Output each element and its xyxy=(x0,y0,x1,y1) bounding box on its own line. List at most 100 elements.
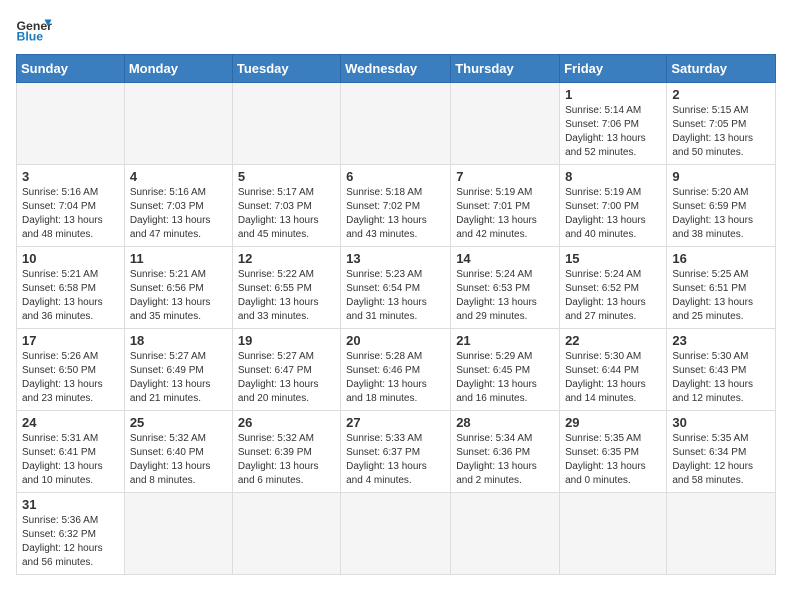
day-number: 19 xyxy=(238,333,335,348)
day-number: 30 xyxy=(672,415,770,430)
day-number: 21 xyxy=(456,333,554,348)
logo: General Blue xyxy=(16,16,56,44)
day-info: Sunrise: 5:16 AM Sunset: 7:03 PM Dayligh… xyxy=(130,186,227,242)
calendar-week-1: 1 Sunrise: 5:14 AM Sunset: 7:06 PM Daylig… xyxy=(17,83,776,165)
calendar-cell: 11 Sunrise: 5:21 AM Sunset: 6:56 PM Dayli… xyxy=(124,247,232,329)
calendar-cell: 17Sunrise: 5:26 AM Sunset: 6:50 PM Dayli… xyxy=(17,329,125,411)
calendar-cell: 4Sunrise: 5:16 AM Sunset: 7:03 PM Daylig… xyxy=(124,165,232,247)
day-info: Sunrise: 5:14 AM Sunset: 7:06 PM Dayligh… xyxy=(565,104,661,160)
day-info: Sunrise: 5:33 AM Sunset: 6:37 PM Dayligh… xyxy=(346,432,445,488)
calendar-cell: 29Sunrise: 5:35 AM Sunset: 6:35 PM Dayli… xyxy=(560,411,667,493)
day-info: Sunrise: 5:19 AM Sunset: 7:00 PM Dayligh… xyxy=(565,186,661,242)
weekday-header-thursday: Thursday xyxy=(451,55,560,83)
calendar-cell: 9 Sunrise: 5:20 AM Sunset: 6:59 PM Daylig… xyxy=(667,165,776,247)
day-info: Sunrise: 5:34 AM Sunset: 6:36 PM Dayligh… xyxy=(456,432,554,488)
weekday-header-row: SundayMondayTuesdayWednesdayThursdayFrid… xyxy=(17,55,776,83)
day-info: Sunrise: 5:25 AM Sunset: 6:51 PM Dayligh… xyxy=(672,268,770,324)
day-number: 13 xyxy=(346,251,445,266)
calendar-cell xyxy=(17,83,125,165)
day-number: 11 xyxy=(130,251,227,266)
calendar-cell: 1 Sunrise: 5:14 AM Sunset: 7:06 PM Daylig… xyxy=(560,83,667,165)
day-info: Sunrise: 5:36 AM Sunset: 6:32 PM Dayligh… xyxy=(22,514,119,570)
calendar-cell: 7 Sunrise: 5:19 AM Sunset: 7:01 PM Daylig… xyxy=(451,165,560,247)
svg-text:Blue: Blue xyxy=(17,30,44,44)
day-number: 17 xyxy=(22,333,119,348)
calendar: SundayMondayTuesdayWednesdayThursdayFrid… xyxy=(16,54,776,575)
day-number: 26 xyxy=(238,415,335,430)
calendar-cell: 28 Sunrise: 5:34 AM Sunset: 6:36 PM Dayli… xyxy=(451,411,560,493)
day-number: 23 xyxy=(672,333,770,348)
day-info: Sunrise: 5:23 AM Sunset: 6:54 PM Dayligh… xyxy=(346,268,445,324)
day-info: Sunrise: 5:30 AM Sunset: 6:44 PM Dayligh… xyxy=(565,350,661,406)
calendar-cell: 2 Sunrise: 5:15 AM Sunset: 7:05 PM Daylig… xyxy=(667,83,776,165)
header: General Blue xyxy=(16,16,776,44)
calendar-cell xyxy=(451,493,560,575)
day-info: Sunrise: 5:24 AM Sunset: 6:53 PM Dayligh… xyxy=(456,268,554,324)
day-number: 28 xyxy=(456,415,554,430)
day-info: Sunrise: 5:19 AM Sunset: 7:01 PM Dayligh… xyxy=(456,186,554,242)
calendar-week-2: 3Sunrise: 5:16 AM Sunset: 7:04 PM Daylig… xyxy=(17,165,776,247)
day-info: Sunrise: 5:24 AM Sunset: 6:52 PM Dayligh… xyxy=(565,268,661,324)
calendar-cell: 20 Sunrise: 5:28 AM Sunset: 6:46 PM Dayli… xyxy=(341,329,451,411)
day-number: 10 xyxy=(22,251,119,266)
day-number: 8 xyxy=(565,169,661,184)
calendar-cell: 23Sunrise: 5:30 AM Sunset: 6:43 PM Dayli… xyxy=(667,329,776,411)
calendar-cell: 8 Sunrise: 5:19 AM Sunset: 7:00 PM Daylig… xyxy=(560,165,667,247)
calendar-cell: 12Sunrise: 5:22 AM Sunset: 6:55 PM Dayli… xyxy=(232,247,340,329)
day-number: 27 xyxy=(346,415,445,430)
calendar-cell: 27 Sunrise: 5:33 AM Sunset: 6:37 PM Dayli… xyxy=(341,411,451,493)
day-info: Sunrise: 5:17 AM Sunset: 7:03 PM Dayligh… xyxy=(238,186,335,242)
day-number: 22 xyxy=(565,333,661,348)
day-number: 6 xyxy=(346,169,445,184)
day-number: 18 xyxy=(130,333,227,348)
day-number: 2 xyxy=(672,87,770,102)
calendar-cell xyxy=(341,83,451,165)
day-number: 25 xyxy=(130,415,227,430)
calendar-cell: 5 Sunrise: 5:17 AM Sunset: 7:03 PM Daylig… xyxy=(232,165,340,247)
day-info: Sunrise: 5:35 AM Sunset: 6:35 PM Dayligh… xyxy=(565,432,661,488)
day-number: 9 xyxy=(672,169,770,184)
calendar-cell xyxy=(560,493,667,575)
calendar-cell: 30Sunrise: 5:35 AM Sunset: 6:34 PM Dayli… xyxy=(667,411,776,493)
day-number: 3 xyxy=(22,169,119,184)
day-number: 1 xyxy=(565,87,661,102)
day-number: 16 xyxy=(672,251,770,266)
day-info: Sunrise: 5:32 AM Sunset: 6:40 PM Dayligh… xyxy=(130,432,227,488)
day-info: Sunrise: 5:18 AM Sunset: 7:02 PM Dayligh… xyxy=(346,186,445,242)
day-info: Sunrise: 5:32 AM Sunset: 6:39 PM Dayligh… xyxy=(238,432,335,488)
logo-icon: General Blue xyxy=(16,16,52,44)
day-info: Sunrise: 5:21 AM Sunset: 6:56 PM Dayligh… xyxy=(130,268,227,324)
day-number: 20 xyxy=(346,333,445,348)
day-number: 31 xyxy=(22,497,119,512)
day-info: Sunrise: 5:28 AM Sunset: 6:46 PM Dayligh… xyxy=(346,350,445,406)
calendar-week-3: 10Sunrise: 5:21 AM Sunset: 6:58 PM Dayli… xyxy=(17,247,776,329)
calendar-cell: 10Sunrise: 5:21 AM Sunset: 6:58 PM Dayli… xyxy=(17,247,125,329)
calendar-cell: 13 Sunrise: 5:23 AM Sunset: 6:54 PM Dayli… xyxy=(341,247,451,329)
calendar-cell xyxy=(124,493,232,575)
day-number: 14 xyxy=(456,251,554,266)
day-info: Sunrise: 5:20 AM Sunset: 6:59 PM Dayligh… xyxy=(672,186,770,242)
calendar-week-4: 17Sunrise: 5:26 AM Sunset: 6:50 PM Dayli… xyxy=(17,329,776,411)
day-info: Sunrise: 5:27 AM Sunset: 6:49 PM Dayligh… xyxy=(130,350,227,406)
day-number: 7 xyxy=(456,169,554,184)
weekday-header-saturday: Saturday xyxy=(667,55,776,83)
day-number: 12 xyxy=(238,251,335,266)
calendar-cell xyxy=(232,83,340,165)
calendar-cell: 15Sunrise: 5:24 AM Sunset: 6:52 PM Dayli… xyxy=(560,247,667,329)
day-info: Sunrise: 5:31 AM Sunset: 6:41 PM Dayligh… xyxy=(22,432,119,488)
calendar-cell xyxy=(667,493,776,575)
day-number: 5 xyxy=(238,169,335,184)
weekday-header-friday: Friday xyxy=(560,55,667,83)
weekday-header-sunday: Sunday xyxy=(17,55,125,83)
calendar-cell: 19Sunrise: 5:27 AM Sunset: 6:47 PM Dayli… xyxy=(232,329,340,411)
calendar-cell: 14 Sunrise: 5:24 AM Sunset: 6:53 PM Dayli… xyxy=(451,247,560,329)
calendar-cell: 21 Sunrise: 5:29 AM Sunset: 6:45 PM Dayli… xyxy=(451,329,560,411)
calendar-cell: 3Sunrise: 5:16 AM Sunset: 7:04 PM Daylig… xyxy=(17,165,125,247)
day-info: Sunrise: 5:29 AM Sunset: 6:45 PM Dayligh… xyxy=(456,350,554,406)
weekday-header-tuesday: Tuesday xyxy=(232,55,340,83)
calendar-week-6: 31 Sunrise: 5:36 AM Sunset: 6:32 PM Dayli… xyxy=(17,493,776,575)
calendar-cell: 22 Sunrise: 5:30 AM Sunset: 6:44 PM Dayli… xyxy=(560,329,667,411)
calendar-cell: 26 Sunrise: 5:32 AM Sunset: 6:39 PM Dayli… xyxy=(232,411,340,493)
day-info: Sunrise: 5:15 AM Sunset: 7:05 PM Dayligh… xyxy=(672,104,770,160)
calendar-cell xyxy=(124,83,232,165)
